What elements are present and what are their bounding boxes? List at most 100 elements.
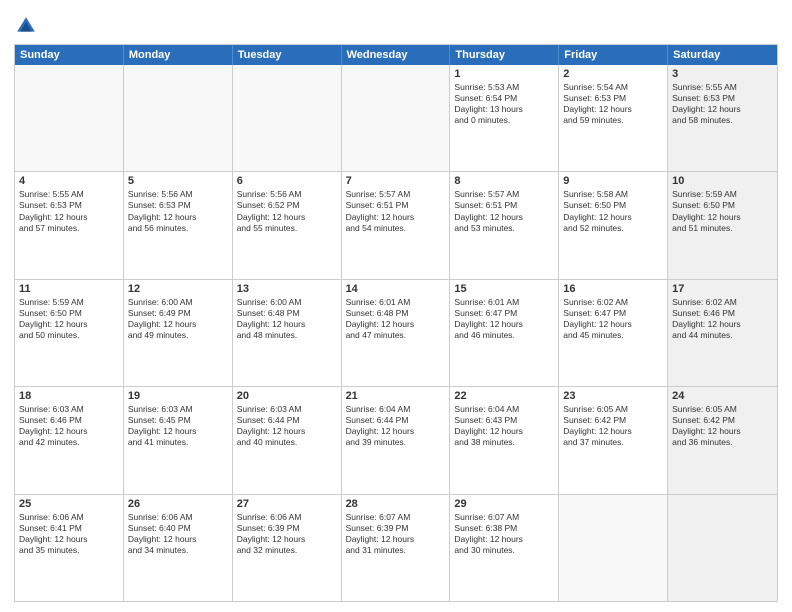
cell-line: Daylight: 12 hours [128,426,228,437]
day-cell-5: 5Sunrise: 5:56 AMSunset: 6:53 PMDaylight… [124,172,233,278]
cell-line: Sunrise: 6:04 AM [346,404,446,415]
cell-line: Daylight: 12 hours [563,104,663,115]
cell-line: Sunset: 6:53 PM [672,93,773,104]
cell-line: and 37 minutes. [563,437,663,448]
cell-line: and 52 minutes. [563,223,663,234]
day-cell-28: 28Sunrise: 6:07 AMSunset: 6:39 PMDayligh… [342,495,451,601]
day-number: 6 [237,175,337,187]
day-cell-4: 4Sunrise: 5:55 AMSunset: 6:53 PMDaylight… [15,172,124,278]
cell-line: Sunrise: 6:01 AM [454,297,554,308]
cell-line: Sunrise: 6:03 AM [128,404,228,415]
cell-line: Sunset: 6:39 PM [346,523,446,534]
cell-line: Daylight: 12 hours [672,426,773,437]
header-day-thursday: Thursday [450,45,559,65]
cell-line: Sunrise: 6:06 AM [128,512,228,523]
cell-line: Sunrise: 6:02 AM [563,297,663,308]
cell-line: and 32 minutes. [237,545,337,556]
cell-line: Daylight: 12 hours [128,534,228,545]
cell-line: Sunset: 6:53 PM [19,200,119,211]
cell-line: Sunrise: 5:55 AM [19,189,119,200]
day-number: 11 [19,283,119,295]
day-number: 2 [563,68,663,80]
day-number: 14 [346,283,446,295]
cell-line: Daylight: 12 hours [672,319,773,330]
calendar-row-3: 18Sunrise: 6:03 AMSunset: 6:46 PMDayligh… [15,387,777,494]
cell-line: Daylight: 12 hours [19,426,119,437]
cell-line: Daylight: 12 hours [128,212,228,223]
cell-line: Daylight: 12 hours [563,426,663,437]
cell-line: Sunrise: 5:55 AM [672,82,773,93]
empty-cell-0-1 [124,65,233,171]
cell-line: Sunrise: 6:04 AM [454,404,554,415]
day-cell-10: 10Sunrise: 5:59 AMSunset: 6:50 PMDayligh… [668,172,777,278]
cell-line: Sunset: 6:49 PM [128,308,228,319]
cell-line: and 31 minutes. [346,545,446,556]
cell-line: Sunrise: 6:03 AM [19,404,119,415]
cell-line: Daylight: 12 hours [346,426,446,437]
cell-line: and 36 minutes. [672,437,773,448]
day-cell-8: 8Sunrise: 5:57 AMSunset: 6:51 PMDaylight… [450,172,559,278]
day-cell-20: 20Sunrise: 6:03 AMSunset: 6:44 PMDayligh… [233,387,342,493]
cell-line: and 0 minutes. [454,115,554,126]
cell-line: Sunset: 6:51 PM [346,200,446,211]
cell-line: and 55 minutes. [237,223,337,234]
cell-line: and 34 minutes. [128,545,228,556]
cell-line: Daylight: 12 hours [19,319,119,330]
cell-line: Sunset: 6:45 PM [128,415,228,426]
cell-line: Daylight: 12 hours [454,319,554,330]
day-number: 19 [128,390,228,402]
day-number: 28 [346,498,446,510]
cell-line: Daylight: 12 hours [346,212,446,223]
day-number: 29 [454,498,554,510]
cell-line: Sunset: 6:47 PM [563,308,663,319]
day-cell-22: 22Sunrise: 6:04 AMSunset: 6:43 PMDayligh… [450,387,559,493]
day-number: 12 [128,283,228,295]
day-cell-27: 27Sunrise: 6:06 AMSunset: 6:39 PMDayligh… [233,495,342,601]
cell-line: and 47 minutes. [346,330,446,341]
cell-line: Sunset: 6:40 PM [128,523,228,534]
cell-line: Sunset: 6:48 PM [237,308,337,319]
cell-line: and 58 minutes. [672,115,773,126]
day-number: 16 [563,283,663,295]
cell-line: Sunset: 6:44 PM [346,415,446,426]
cell-line: Daylight: 12 hours [19,534,119,545]
day-cell-29: 29Sunrise: 6:07 AMSunset: 6:38 PMDayligh… [450,495,559,601]
day-cell-7: 7Sunrise: 5:57 AMSunset: 6:51 PMDaylight… [342,172,451,278]
day-cell-3: 3Sunrise: 5:55 AMSunset: 6:53 PMDaylight… [668,65,777,171]
cell-line: Sunset: 6:43 PM [454,415,554,426]
day-cell-26: 26Sunrise: 6:06 AMSunset: 6:40 PMDayligh… [124,495,233,601]
day-cell-14: 14Sunrise: 6:01 AMSunset: 6:48 PMDayligh… [342,280,451,386]
cell-line: Sunset: 6:39 PM [237,523,337,534]
cell-line: and 46 minutes. [454,330,554,341]
cell-line: Sunrise: 6:07 AM [346,512,446,523]
cell-line: Daylight: 13 hours [454,104,554,115]
cell-line: and 45 minutes. [563,330,663,341]
header-day-sunday: Sunday [15,45,124,65]
cell-line: Daylight: 12 hours [563,319,663,330]
cell-line: and 40 minutes. [237,437,337,448]
empty-cell-0-3 [342,65,451,171]
cell-line: Sunrise: 5:59 AM [19,297,119,308]
cell-line: Sunset: 6:52 PM [237,200,337,211]
cell-line: and 35 minutes. [19,545,119,556]
header [14,10,778,38]
cell-line: Sunset: 6:51 PM [454,200,554,211]
cell-line: and 30 minutes. [454,545,554,556]
cell-line: and 38 minutes. [454,437,554,448]
cell-line: Daylight: 12 hours [237,212,337,223]
cell-line: Daylight: 12 hours [128,319,228,330]
empty-cell-0-0 [15,65,124,171]
logo-icon [14,14,38,38]
day-number: 10 [672,175,773,187]
cell-line: Sunset: 6:48 PM [346,308,446,319]
calendar-row-1: 4Sunrise: 5:55 AMSunset: 6:53 PMDaylight… [15,172,777,279]
page: SundayMondayTuesdayWednesdayThursdayFrid… [0,0,792,612]
day-number: 8 [454,175,554,187]
cell-line: and 48 minutes. [237,330,337,341]
cell-line: Sunrise: 6:06 AM [237,512,337,523]
cell-line: Daylight: 12 hours [672,212,773,223]
cell-line: Sunrise: 6:01 AM [346,297,446,308]
day-number: 20 [237,390,337,402]
cell-line: Sunrise: 5:56 AM [237,189,337,200]
cell-line: Daylight: 12 hours [563,212,663,223]
